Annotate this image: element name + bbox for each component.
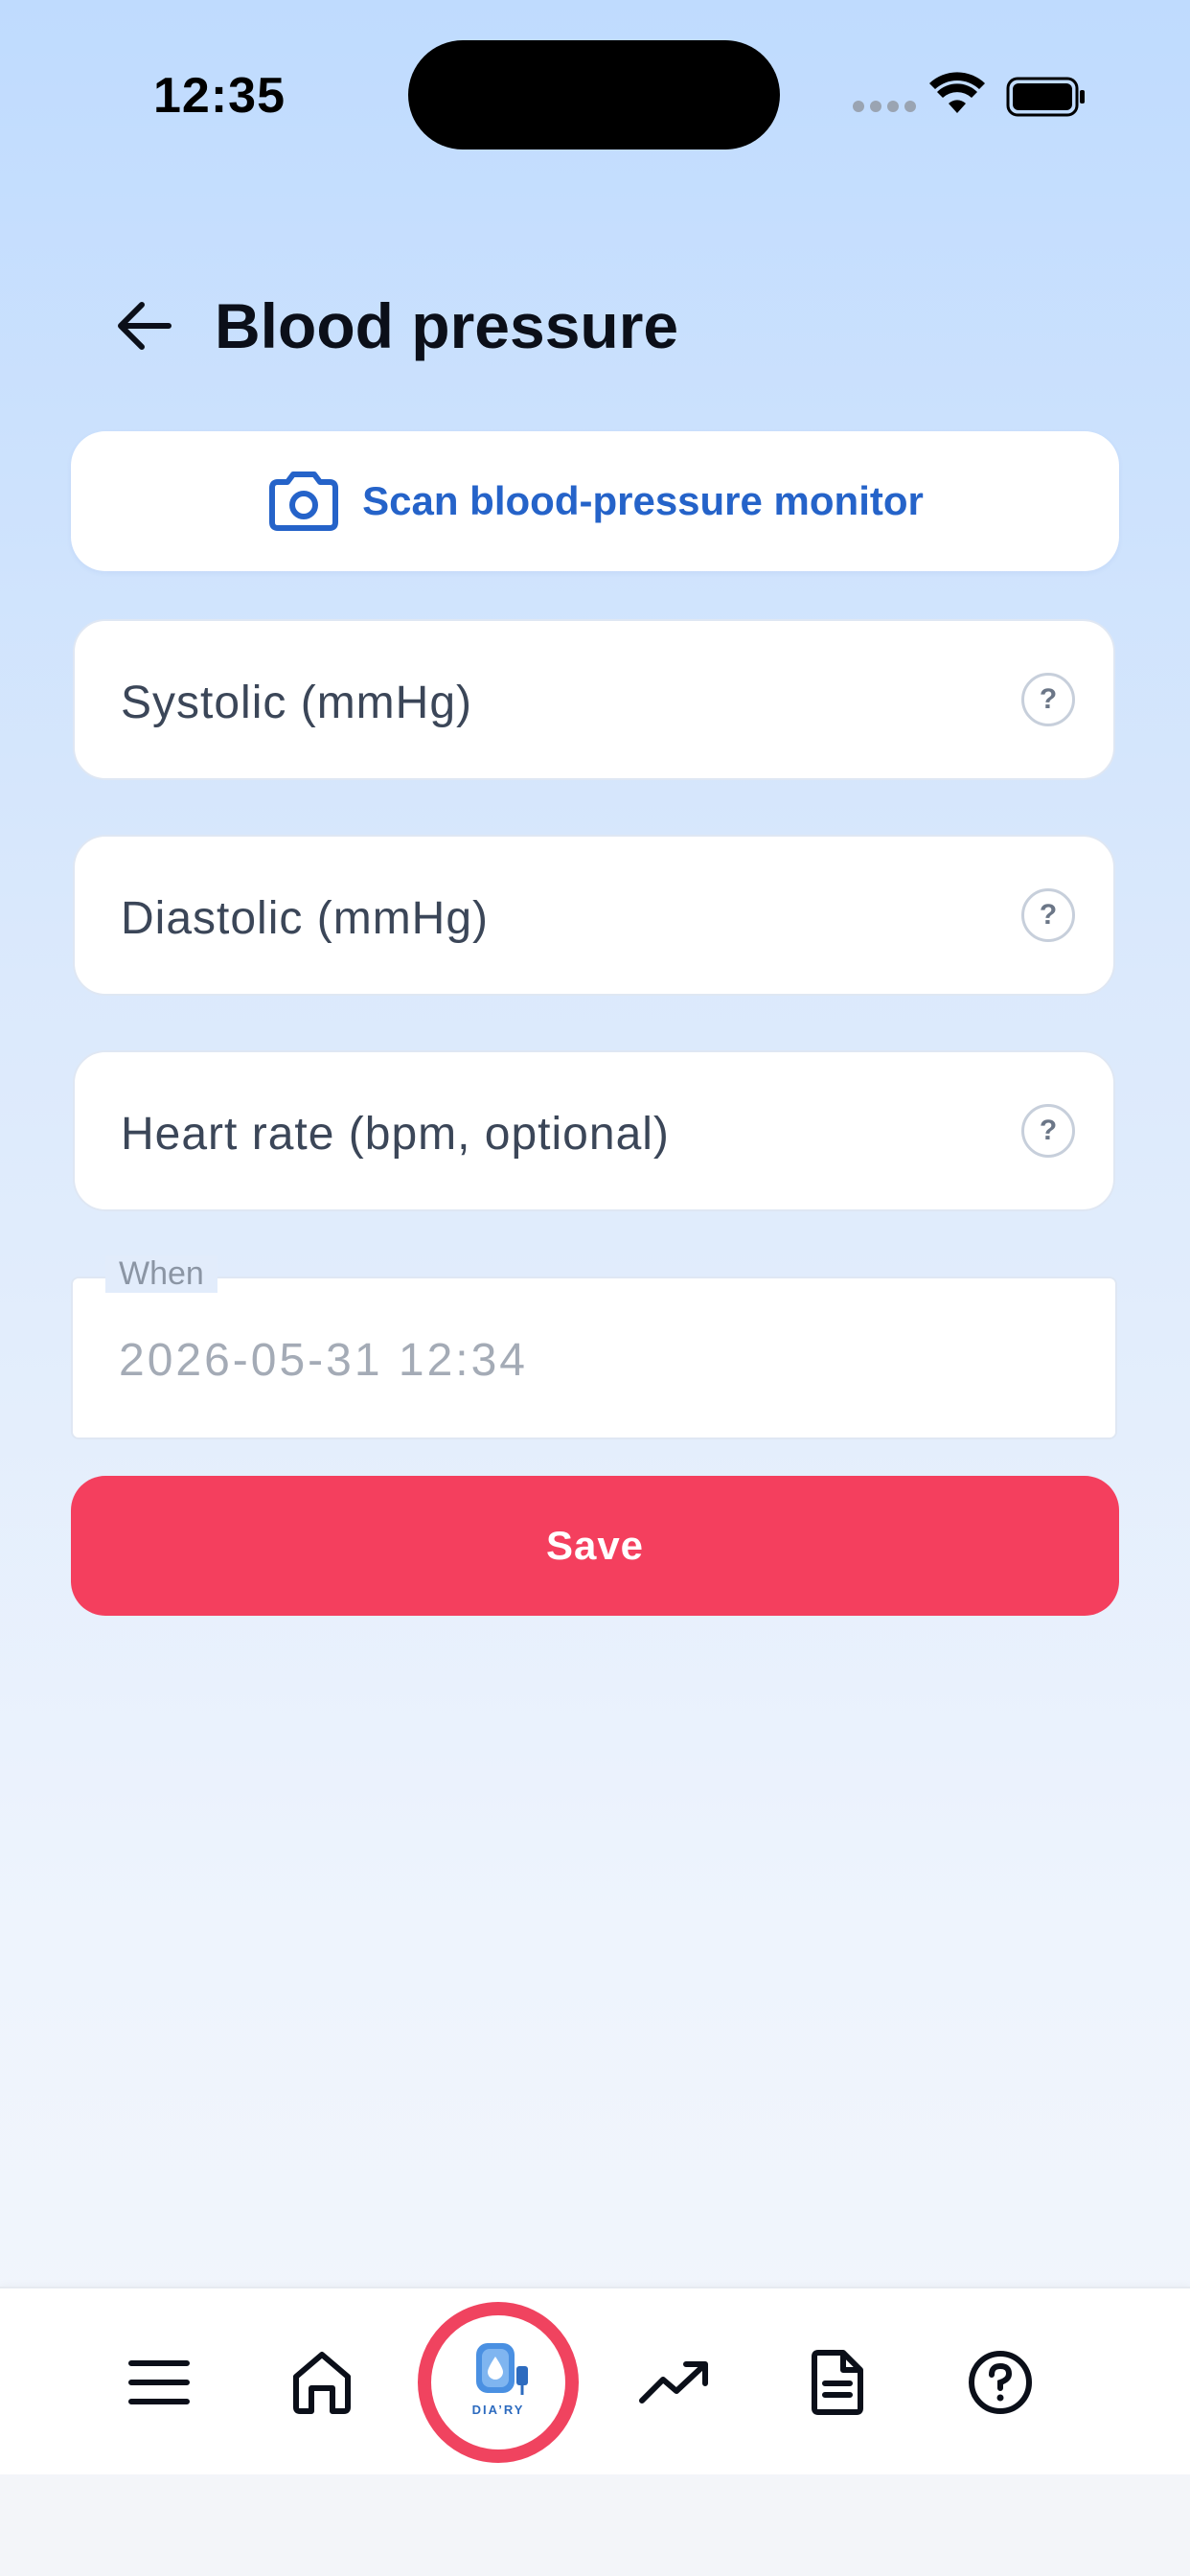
systolic-field[interactable]: Systolic (mmHg) ? [73,619,1115,780]
nav-menu[interactable] [121,2344,197,2421]
nav-reports[interactable] [799,2344,876,2421]
save-button[interactable]: Save [71,1476,1119,1616]
heart-rate-field[interactable]: Heart rate (bpm, optional) ? [73,1050,1115,1211]
nav-app-logo[interactable]: DIA’RY [418,2302,579,2463]
help-icon[interactable]: ? [1021,888,1075,942]
scan-monitor-label: Scan blood-pressure monitor [362,478,924,523]
dynamic-island [408,40,780,150]
scan-monitor-button[interactable]: Scan blood-pressure monitor [71,431,1119,571]
arrow-left-icon [118,302,172,350]
nav-help[interactable] [962,2344,1039,2421]
cellular-signal-icon [853,101,916,112]
help-icon[interactable]: ? [1021,673,1075,726]
camera-icon [269,472,339,531]
when-label: When [105,1255,217,1293]
trending-up-icon [639,2361,708,2404]
diastolic-field[interactable]: Diastolic (mmHg) ? [73,835,1115,996]
home-indicator-area [0,2474,1190,2576]
back-button[interactable] [105,288,182,364]
app-logo: DIA’RY [446,2330,551,2435]
heart-rate-placeholder: Heart rate (bpm, optional) [121,1109,670,1160]
nav-home[interactable] [284,2344,360,2421]
page-title: Blood pressure [215,290,679,361]
systolic-placeholder: Systolic (mmHg) [121,678,473,728]
status-time: 12:35 [153,68,286,124]
help-icon[interactable]: ? [1021,1104,1075,1158]
wifi-icon [929,72,985,113]
diastolic-placeholder: Diastolic (mmHg) [121,893,490,944]
nav-trends[interactable] [636,2344,713,2421]
document-icon [812,2350,863,2415]
when-value: 2026-05-31 12:34 [119,1335,528,1386]
home-icon [293,2352,351,2414]
help-circle-icon [969,2351,1032,2414]
battery-icon [1006,77,1085,117]
bottom-nav: DIA’RY [0,2287,1190,2476]
logo-text: DIA’RY [471,2403,525,2417]
when-datetime-field[interactable]: 2026-05-31 12:34 [71,1276,1117,1439]
diary-logo-icon [476,2343,528,2395]
menu-icon [128,2360,190,2404]
